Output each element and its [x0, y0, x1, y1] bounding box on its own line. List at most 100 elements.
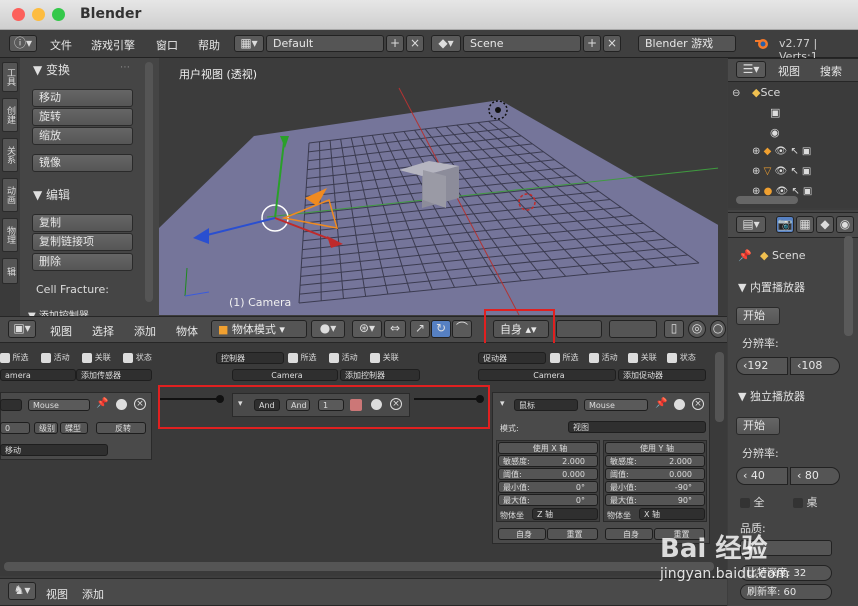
menu-game-engine[interactable]: 游戏引擎 [91, 37, 135, 53]
y-object-axis-dropdown[interactable]: X 轴 [639, 508, 705, 520]
maximize-window-button[interactable] [52, 8, 65, 21]
sensor-filter-link-checkbox[interactable] [82, 352, 93, 363]
mode-selector[interactable]: ■ 物体模式 ▾ [211, 320, 307, 338]
world-icon[interactable]: ◉ [770, 126, 780, 139]
use-x-axis-toggle[interactable]: 使用 X 轴 [498, 442, 598, 454]
close-window-button[interactable] [12, 8, 25, 21]
edit-panel-header[interactable]: ▼ 编辑 [33, 186, 70, 203]
x-reset-button[interactable]: 重置 [547, 528, 598, 540]
rotate-button[interactable]: 旋转 [32, 108, 133, 126]
standalone-player-header[interactable]: ▼ 独立播放器 [738, 388, 805, 404]
sensor-filter-state-checkbox[interactable] [123, 352, 134, 363]
logic-menu-view[interactable]: 视图 [46, 586, 68, 602]
x-min-field[interactable]: 最小值: 0° [498, 481, 598, 493]
tab-animation[interactable]: 动画 [2, 178, 18, 212]
refresh-rate-field[interactable]: 刷新率: 60 [740, 584, 832, 600]
tab-physics[interactable]: 物理 [2, 218, 18, 252]
add-sensor-dropdown[interactable]: 添加传感器 [76, 369, 152, 381]
translate-manipulator-icon[interactable]: ↗ [410, 320, 430, 338]
pivot-icon[interactable]: ⊛▾ [352, 320, 382, 338]
drag-grip-icon[interactable]: ⋯ [120, 62, 130, 73]
duplicate-linked-button[interactable]: 复制链接项 [32, 233, 133, 251]
logic-editor-icon[interactable]: ♞▾ [8, 582, 36, 600]
scale-manipulator-icon[interactable]: ⌒ [452, 320, 472, 338]
sensor-filter-active-checkbox[interactable] [41, 352, 52, 363]
x-sensitivity-field[interactable]: 敏感度: 2.000 [498, 455, 598, 467]
properties-editor-icon[interactable]: ▤▾ [736, 216, 766, 233]
outliner-menu-search[interactable]: 搜索 [820, 63, 842, 79]
standalone-res-x-field[interactable]: ‹ 40 [736, 467, 788, 485]
actuator-filter-link-checkbox[interactable] [628, 352, 639, 363]
screen-layout-field[interactable]: Default [266, 35, 384, 52]
sensor-frequency-field[interactable]: 0 [0, 422, 30, 434]
sensor-remove-icon[interactable]: × [134, 398, 146, 410]
tab-create[interactable]: 创建 [2, 98, 18, 132]
scale-button[interactable]: 缩放 [32, 127, 133, 145]
menu-file[interactable]: 文件 [50, 37, 72, 53]
y-max-field[interactable]: 最大值: 90° [605, 494, 705, 506]
scene-icon[interactable]: ◆▾ [431, 35, 461, 52]
controller-label-dropdown[interactable]: 控制器 [216, 352, 284, 364]
outliner-row-camera[interactable]: ⊕ ◆ 👁 ↖ ▣ [752, 146, 811, 157]
actuator-name-field[interactable]: Mouse [584, 399, 648, 411]
actuator-filter-active-checkbox[interactable] [589, 352, 600, 363]
view3d-editor-icon[interactable]: ▣▾ [8, 320, 36, 338]
y-min-field[interactable]: 最小值: -90° [605, 481, 705, 493]
engine-selector[interactable]: Blender 游戏 [638, 35, 736, 52]
sensor-filter-selected-checkbox[interactable] [0, 352, 10, 363]
x-local-button[interactable]: 自身 [498, 528, 546, 540]
info-editor-icon[interactable]: ⓘ▾ [9, 35, 37, 52]
standalone-res-y-field[interactable]: ‹ 80 [790, 467, 840, 485]
menu-help[interactable]: 帮助 [198, 37, 220, 53]
render-layers-tab-icon[interactable]: ▦ [796, 216, 814, 233]
standalone-start-button[interactable]: 开始 [736, 417, 780, 435]
add-controller-dropdown[interactable]: 添加控制器 [340, 369, 420, 381]
scene-field[interactable]: Scene [463, 35, 581, 52]
sensor-tap-button[interactable]: 蝶型 [60, 422, 88, 434]
menu-add[interactable]: 添加 [134, 323, 156, 339]
actuator-label-dropdown[interactable]: 促动器 [478, 352, 546, 364]
transform-panel-header[interactable]: ▼ 变换 [33, 61, 70, 78]
layout-grid-icon[interactable]: ▦▾ [234, 35, 264, 52]
manipulator-toggle-icon[interactable]: ⇔ [384, 320, 406, 338]
actuator-pin-icon[interactable]: 📌 [655, 398, 667, 409]
controller-filter-active-checkbox[interactable] [329, 352, 340, 363]
render-layers-icon[interactable]: ▣ [770, 106, 780, 119]
properties-pin-icon[interactable]: 📌 [738, 249, 752, 262]
x-threshold-field[interactable]: 阈值: 0.000 [498, 468, 598, 480]
embedded-start-button[interactable]: 开始 [736, 307, 780, 325]
tab-tools[interactable]: 工具 [2, 62, 18, 92]
tab-relations[interactable]: 关系 [2, 138, 18, 172]
tool-shelf-scrollbar[interactable] [145, 62, 153, 302]
minimize-window-button[interactable] [32, 8, 45, 21]
duplicate-button[interactable]: 复制 [32, 214, 133, 232]
remove-layout-icon[interactable]: × [406, 35, 424, 52]
actuator-active-checkbox[interactable] [674, 399, 685, 410]
use-y-axis-toggle[interactable]: 使用 Y 轴 [605, 442, 705, 454]
snap-icon[interactable]: ○ [710, 320, 726, 338]
add-layout-icon[interactable]: + [386, 35, 404, 52]
y-threshold-field[interactable]: 阈值: 0.000 [605, 468, 705, 480]
x-max-field[interactable]: 最大值: 0° [498, 494, 598, 506]
y-local-button[interactable]: 自身 [605, 528, 653, 540]
desktop-checkbox[interactable]: 桌 [793, 494, 818, 510]
remove-scene-icon[interactable]: × [603, 35, 621, 52]
outliner-row-cube[interactable]: ⊕ ▽ 👁 ↖ ▣ [752, 166, 811, 177]
outliner-scene-item[interactable]: ◆Sce [752, 86, 780, 99]
embedded-res-y-field[interactable]: ‹108 [790, 357, 840, 375]
sensor-active-checkbox[interactable] [116, 399, 127, 410]
logic-horizontal-scrollbar[interactable] [4, 562, 714, 571]
scene-tab-icon[interactable]: ◆ [816, 216, 834, 233]
menu-select[interactable]: 选择 [92, 323, 114, 339]
shading-icon[interactable]: ●▾ [311, 320, 345, 338]
fullscreen-checkbox[interactable]: 全 [740, 494, 765, 510]
embedded-res-x-field[interactable]: ‹192 [736, 357, 788, 375]
sensor-invert-button[interactable]: 反转 [96, 422, 146, 434]
properties-scrollbar[interactable] [844, 236, 853, 336]
sensor-type-dropdown[interactable] [0, 399, 22, 411]
add-actuator-dropdown[interactable]: 添加促动器 [618, 369, 706, 381]
outliner-collapse-icon[interactable]: ⊖ [732, 88, 740, 99]
controller-filter-selected-checkbox[interactable] [288, 352, 298, 363]
logic-menu-add[interactable]: 添加 [82, 586, 104, 602]
controller-filter-link-checkbox[interactable] [370, 352, 381, 363]
